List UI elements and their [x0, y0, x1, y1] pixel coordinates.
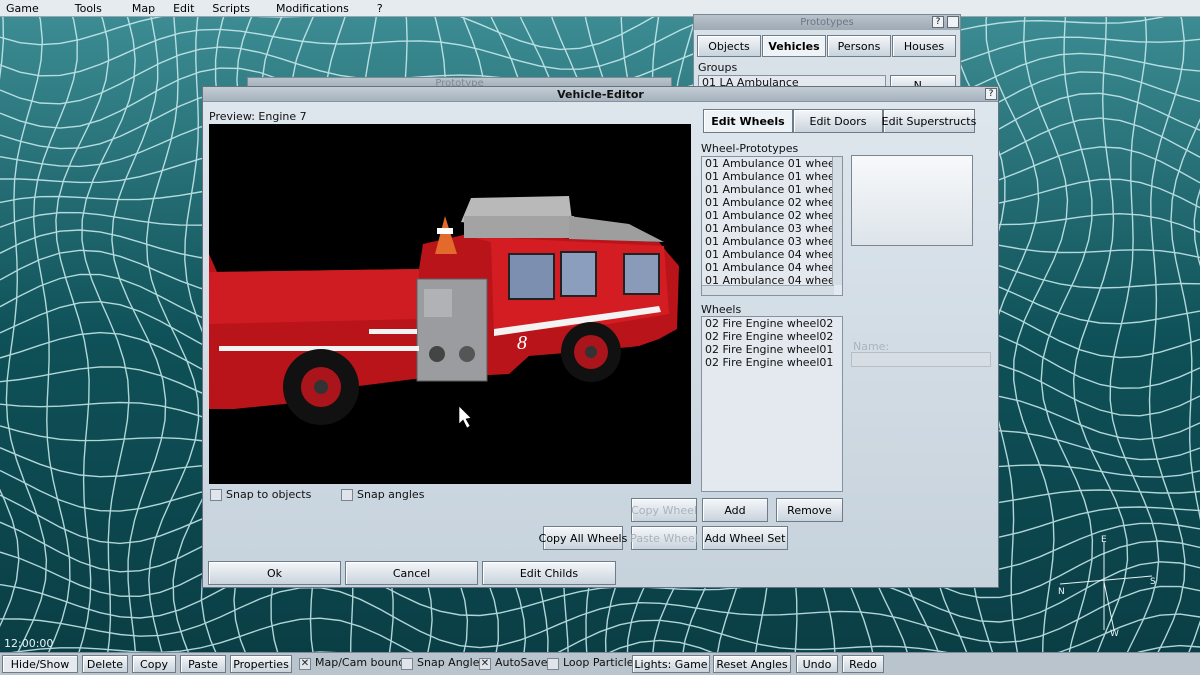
- paste-button[interactable]: Paste: [180, 655, 226, 673]
- wheel-prototypes-list[interactable]: 01 Ambulance 01 wheel01 01 Ambulance 01 w…: [701, 156, 843, 296]
- wheel-thumbnail: [851, 155, 973, 246]
- wheel-prototypes-items: 01 Ambulance 01 wheel01 01 Ambulance 01 w…: [702, 157, 842, 287]
- tab-edit-wheels[interactable]: Edit Wheels: [703, 109, 793, 133]
- copy-wheel-button[interactable]: Copy Wheel: [631, 498, 697, 522]
- wheels-items: 02 Fire Engine wheel02 02 Fire Engine whe…: [702, 317, 842, 369]
- close-icon[interactable]: [947, 16, 959, 28]
- map-cam-bounds-checkbox[interactable]: ✕: [299, 658, 311, 670]
- tab-vehicles[interactable]: Vehicles: [762, 35, 826, 57]
- list-item[interactable]: 01 Ambulance 03 wheel01: [702, 222, 842, 235]
- list-item[interactable]: 01 Ambulance 03 wheel01: [702, 235, 842, 248]
- menu-modifications[interactable]: Modifications: [270, 2, 361, 15]
- loop-particles-checkbox[interactable]: [547, 658, 559, 670]
- help-icon[interactable]: ?: [985, 88, 997, 100]
- game-clock: 12:00:00: [4, 637, 54, 650]
- lights-button[interactable]: Lights: Game: [632, 655, 710, 673]
- autosave-label: AutoSave: [495, 656, 548, 669]
- menu-help[interactable]: ?: [371, 2, 395, 15]
- compass-w: W: [1110, 629, 1119, 639]
- compass-s: S: [1150, 577, 1156, 587]
- list-item[interactable]: 01 Ambulance 04 wheel01: [702, 261, 842, 274]
- menu-bar: Game Tools Map Edit Scripts Modification…: [0, 0, 1200, 17]
- compass-icon: E N S W: [1058, 535, 1156, 639]
- tab-edit-doors[interactable]: Edit Doors: [793, 109, 883, 133]
- name-field[interactable]: [851, 352, 991, 367]
- wheels-label: Wheels: [701, 303, 742, 316]
- list-item[interactable]: 02 Fire Engine wheel02: [702, 330, 842, 343]
- snap-to-objects-checkbox[interactable]: [210, 489, 222, 501]
- menu-map[interactable]: Map: [126, 2, 167, 15]
- edit-childs-button[interactable]: Edit Childs: [482, 561, 616, 585]
- list-item[interactable]: 01 Ambulance 01 wheel01: [702, 170, 842, 183]
- list-item[interactable]: 02 Fire Engine wheel02: [702, 317, 842, 330]
- tab-edit-superstructs[interactable]: Edit Superstructs: [882, 109, 976, 133]
- truck-number: 8: [517, 332, 527, 354]
- snap-angles-label: Snap Angles: [417, 656, 486, 669]
- scrollbar-vertical[interactable]: [832, 157, 842, 285]
- menu-scripts[interactable]: Scripts: [206, 2, 262, 15]
- compass-n: N: [1058, 587, 1065, 597]
- list-item[interactable]: 01 Ambulance 01 wheel01: [702, 183, 842, 196]
- ok-button[interactable]: Ok: [208, 561, 341, 585]
- vehicle-editor-title: Vehicle-Editor: [557, 88, 644, 101]
- vehicle-editor-title-bar[interactable]: Vehicle-Editor: [203, 87, 998, 102]
- paste-wheel-button[interactable]: Paste Wheel: [630, 526, 698, 550]
- menu-tools[interactable]: Tools: [69, 2, 114, 15]
- snap-angles-checkbox[interactable]: [401, 658, 413, 670]
- preview-label: Preview: Engine 7: [209, 110, 307, 123]
- redo-button[interactable]: Redo: [842, 655, 884, 673]
- remove-button[interactable]: Remove: [776, 498, 843, 522]
- undo-button[interactable]: Undo: [796, 655, 838, 673]
- properties-button[interactable]: Properties: [230, 655, 292, 673]
- autosave-checkbox[interactable]: ✕: [479, 658, 491, 670]
- prototypes-title-bar[interactable]: Prototypes ?: [694, 15, 960, 30]
- vehicle-editor-dialog: Vehicle-Editor ? Preview: Engine 7 8 Edi…: [202, 86, 999, 588]
- copy-all-wheels-button[interactable]: Copy All Wheels: [539, 526, 627, 550]
- loop-particles-label: Loop Particles: [563, 656, 640, 669]
- snap-to-objects-label: Snap to objects: [226, 488, 312, 501]
- wheel-prototypes-label: Wheel-Prototypes: [701, 142, 799, 155]
- tab-objects[interactable]: Objects: [697, 35, 761, 57]
- list-item[interactable]: 01 Ambulance 02 wheel01: [702, 196, 842, 209]
- prototypes-title: Prototypes: [800, 17, 854, 28]
- reset-angles-button[interactable]: Reset Angles: [713, 655, 791, 673]
- bottom-toolbar: Hide/Show Delete Copy Paste Properties ✕…: [0, 652, 1200, 675]
- list-item[interactable]: 01 Ambulance 02 wheel01: [702, 209, 842, 222]
- groups-label: Groups: [698, 61, 738, 74]
- fire-engine-model: 8: [209, 196, 679, 429]
- snap-angles-label: Snap angles: [357, 488, 425, 501]
- hide-show-button[interactable]: Hide/Show: [2, 655, 78, 673]
- tab-houses[interactable]: Houses: [892, 35, 956, 57]
- help-icon[interactable]: ?: [932, 16, 944, 28]
- menu-game[interactable]: Game: [0, 2, 51, 15]
- tab-persons[interactable]: Persons: [827, 35, 891, 57]
- vehicle-preview-viewport[interactable]: 8: [209, 124, 691, 484]
- snap-angles-checkbox[interactable]: [341, 489, 353, 501]
- list-item[interactable]: 02 Fire Engine wheel01: [702, 356, 842, 369]
- map-cam-bounds-label: Map/Cam bounds: [315, 656, 411, 669]
- cancel-button[interactable]: Cancel: [345, 561, 478, 585]
- add-wheel-set-button[interactable]: Add Wheel Set: [702, 526, 788, 550]
- copy-button[interactable]: Copy: [132, 655, 176, 673]
- wheels-list[interactable]: 02 Fire Engine wheel02 02 Fire Engine whe…: [701, 316, 843, 492]
- menu-edit[interactable]: Edit: [167, 2, 206, 15]
- list-item[interactable]: 02 Fire Engine wheel01: [702, 343, 842, 356]
- add-button[interactable]: Add: [702, 498, 768, 522]
- delete-button[interactable]: Delete: [82, 655, 128, 673]
- list-item[interactable]: 01 Ambulance 04 wheel01: [702, 248, 842, 261]
- list-item[interactable]: 01 Ambulance 01 wheel01: [702, 157, 842, 170]
- scrollbar-horizontal[interactable]: [702, 285, 834, 295]
- compass-e: E: [1101, 535, 1107, 545]
